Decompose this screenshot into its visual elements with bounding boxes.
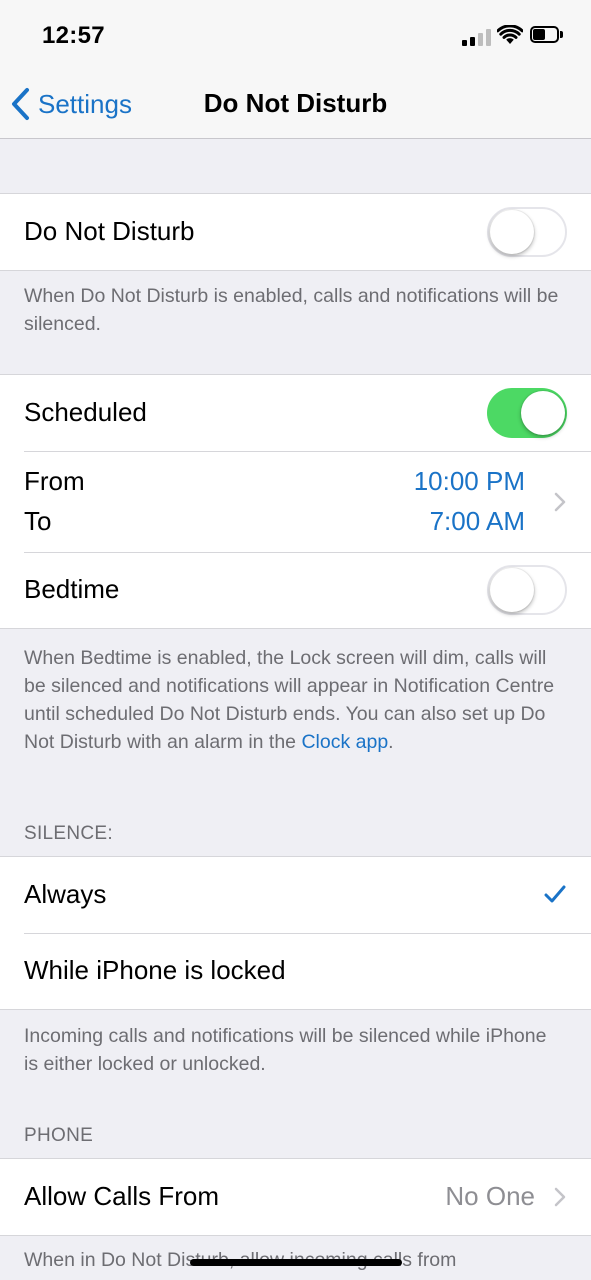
silence-option-always[interactable]: Always: [0, 857, 591, 933]
dnd-group: Do Not Disturb: [0, 193, 591, 271]
silence-footer: Incoming calls and notifications will be…: [24, 1025, 547, 1075]
silence-option-locked[interactable]: While iPhone is locked: [0, 933, 591, 1009]
phone-group: Allow Calls From No One: [0, 1158, 591, 1236]
dnd-label: Do Not Disturb: [24, 216, 195, 246]
dnd-row: Do Not Disturb: [0, 194, 591, 270]
bedtime-row: Bedtime: [0, 552, 591, 628]
clock-app-link[interactable]: Clock app: [301, 731, 388, 753]
status-bar: 12:57: [0, 0, 591, 70]
silence-group: Always While iPhone is locked: [0, 856, 591, 1010]
toggle-knob: [490, 210, 534, 254]
to-time-value: 7:00 AM: [429, 506, 525, 536]
allow-calls-label: Allow Calls From: [24, 1181, 220, 1211]
chevron-right-icon: [554, 492, 566, 512]
dnd-toggle[interactable]: [487, 207, 567, 257]
dnd-footer: When Do Not Disturb is enabled, calls an…: [24, 285, 559, 335]
bedtime-footer-text: When Bedtime is enabled, the Lock screen…: [24, 647, 555, 753]
toggle-knob: [521, 391, 565, 435]
option-label: While iPhone is locked: [24, 955, 286, 985]
scheduled-row: Scheduled: [0, 375, 591, 451]
cellular-signal-icon: [462, 28, 492, 46]
chevron-right-icon: [554, 1187, 566, 1207]
checkmark-icon: [544, 885, 566, 903]
allow-calls-value: No One: [445, 1181, 535, 1211]
schedule-time-row[interactable]: From To 10:00 PM 7:00 AM: [0, 451, 591, 552]
scheduled-label: Scheduled: [24, 397, 147, 427]
bedtime-footer: When Bedtime is enabled, the Lock screen…: [24, 644, 564, 756]
toggle-knob: [490, 568, 534, 612]
phone-section-header: PHONE: [24, 1125, 94, 1146]
option-label: Always: [24, 879, 107, 909]
battery-icon: [530, 26, 563, 43]
bedtime-toggle[interactable]: [487, 565, 567, 615]
allow-calls-from-row[interactable]: Allow Calls From No One: [0, 1159, 591, 1235]
scheduled-toggle[interactable]: [487, 388, 567, 438]
navigation-bar: Settings Do Not Disturb: [0, 70, 591, 139]
wifi-icon: [497, 25, 523, 44]
schedule-group: Scheduled From To 10:00 PM 7:00 AM Bedti…: [0, 374, 591, 629]
page-title: Do Not Disturb: [203, 88, 388, 118]
silence-section-header: SILENCE:: [24, 823, 113, 844]
home-indicator[interactable]: [190, 1259, 402, 1266]
from-label: From: [24, 466, 85, 496]
to-label: To: [24, 506, 52, 536]
status-time: 12:57: [42, 22, 105, 49]
from-time-value: 10:00 PM: [413, 466, 525, 496]
bedtime-label: Bedtime: [24, 574, 120, 604]
bedtime-footer-suffix: .: [388, 731, 394, 753]
